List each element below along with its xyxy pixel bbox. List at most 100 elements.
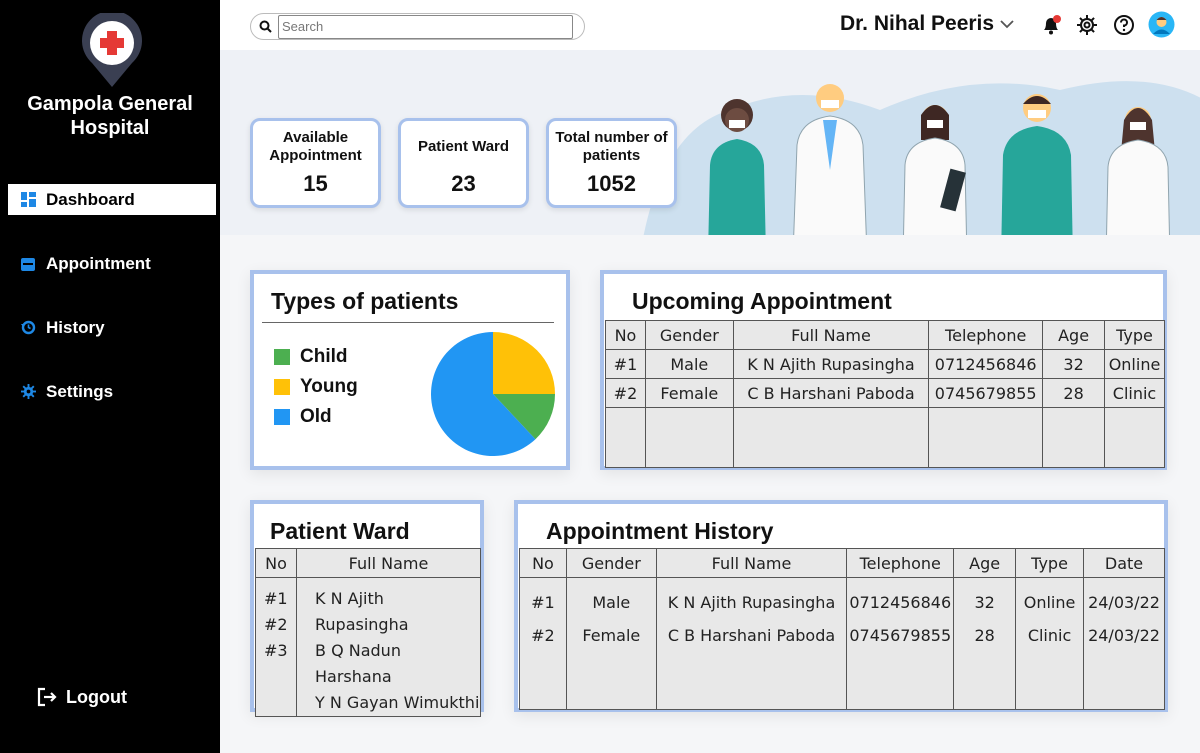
ward-row-name[interactable]: B Q Nadun Harshana (315, 638, 480, 690)
legend-item-child: Child (274, 346, 348, 368)
ward-row-no[interactable]: #2 (264, 612, 296, 638)
upcoming-table: No Gender Full Name Telephone Age Type #… (605, 320, 1165, 468)
column-header: Full Name (296, 548, 481, 578)
ward-row-no[interactable]: #1 (264, 586, 296, 612)
user-name: Dr. Nihal Peeris (840, 12, 995, 35)
table-cell (644, 407, 734, 468)
table-header-row: No Gender Full Name Telephone Age Type D… (519, 548, 1165, 578)
table-cell: 0745679855 (928, 378, 1044, 408)
table-body: #1 #2 Male Female K N Ajith Rupasingha C B … (519, 577, 1165, 710)
column-header: Gender (565, 548, 657, 578)
nav-label: Appointment (46, 253, 151, 273)
cell-line[interactable]: K N Ajith Rupasingha (657, 586, 847, 619)
column-header: No (519, 548, 567, 578)
column-header: Telephone (928, 320, 1044, 350)
pie-slice-young (493, 332, 555, 394)
table-cell: Female (644, 378, 734, 408)
table-cell: 0712456846 (928, 349, 1044, 379)
cell-line[interactable]: Clinic (1016, 619, 1083, 652)
search-input[interactable] (278, 14, 573, 39)
title-divider (262, 322, 554, 323)
top-bar: Dr. Nihal Peeris (220, 0, 1200, 50)
user-menu[interactable]: Dr. Nihal Peeris (840, 12, 1016, 36)
pie-chart (430, 332, 555, 456)
column-header: Type (1015, 548, 1084, 578)
table-cell: 32 28 (953, 577, 1017, 710)
legend-item-old: Old (274, 406, 332, 428)
logout-label: Logout (66, 686, 127, 707)
gear-icon (20, 384, 36, 400)
user-avatar[interactable] (1148, 11, 1175, 38)
panel-title: Patient Ward (270, 518, 410, 544)
appointment-history-panel: Appointment History No Gender Full Name … (514, 500, 1168, 712)
help-icon[interactable] (1113, 14, 1135, 36)
table-cell: 32 (1042, 349, 1105, 379)
search-box (250, 13, 585, 40)
table-cell: #2 (605, 378, 646, 408)
table-cell: C B Harshani Paboda (732, 378, 930, 408)
ward-row-name[interactable]: K N Ajith Rupasingha (315, 586, 480, 638)
table-cell: K N Ajith Rupasingha (732, 349, 930, 379)
legend-label: Young (300, 376, 358, 397)
table-cell: Online Clinic (1015, 577, 1084, 710)
column-header: Telephone (846, 548, 955, 578)
table-row-empty (605, 407, 1165, 468)
table-body: #1 #2 #3 K N Ajith Rupasingha B Q Nadun … (255, 577, 481, 717)
table-cell: 24/03/22 24/03/22 (1083, 577, 1165, 710)
logout-button[interactable]: Logout (36, 686, 127, 708)
stat-card-available-appointment[interactable]: Available Appointment 15 (250, 118, 381, 208)
settings-gear-icon[interactable] (1076, 14, 1098, 36)
table-row[interactable]: #2 Female C B Harshani Paboda 0745679855… (605, 378, 1165, 408)
cell-line[interactable]: 24/03/22 (1084, 586, 1164, 619)
chevron-down-icon (1000, 20, 1014, 29)
legend-swatch (274, 409, 290, 425)
table-row[interactable]: #1 Male K N Ajith Rupasingha 0712456846 … (605, 349, 1165, 379)
patient-types-panel: Types of patients Child Young Old (250, 270, 570, 470)
stat-label: Available Appointment (269, 129, 362, 164)
column-header: Full Name (655, 548, 848, 578)
column-header: Date (1083, 548, 1165, 578)
history-table: No Gender Full Name Telephone Age Type D… (519, 548, 1165, 710)
sidebar: Gampola General Hospital Dashboard Appoi… (0, 0, 220, 753)
stat-label: Patient Ward (417, 138, 510, 155)
cell-line[interactable]: #1 (520, 586, 566, 619)
cell-line[interactable]: 0745679855 (847, 619, 953, 652)
table-cell: #1 #2 (519, 577, 567, 710)
column-header: No (255, 548, 297, 578)
table-cell (1104, 407, 1165, 468)
cell-line[interactable]: 0712456846 (847, 586, 953, 619)
cell-line[interactable]: Male (567, 586, 656, 619)
nav-item-dashboard[interactable]: Dashboard (8, 184, 216, 215)
cell-line[interactable]: 24/03/22 (1084, 619, 1164, 652)
ward-row-no[interactable]: #3 (264, 638, 296, 664)
table-header-row: No Gender Full Name Telephone Age Type (605, 320, 1165, 350)
panel-title: Upcoming Appointment (632, 288, 892, 314)
nav-item-appointment[interactable]: Appointment (8, 248, 216, 279)
stat-card-total-patients[interactable]: Total number of patients 1052 (546, 118, 677, 208)
cell-line[interactable]: 28 (954, 619, 1015, 652)
table-cell (928, 407, 1044, 468)
search-icon[interactable] (259, 20, 272, 33)
ward-row-name[interactable]: Y N Gayan Wimukthi (315, 690, 480, 716)
panel-title: Types of patients (271, 288, 459, 314)
table-cell: 0712456846 0745679855 (846, 577, 955, 710)
column-header: Age (953, 548, 1017, 578)
cell-line[interactable]: Online (1016, 586, 1083, 619)
legend-swatch (274, 379, 290, 395)
cell-line[interactable]: 32 (954, 586, 1015, 619)
panel-title: Appointment History (546, 518, 774, 544)
cell-line[interactable]: Female (567, 619, 656, 652)
cell-line[interactable]: C B Harshani Paboda (657, 619, 847, 652)
nav-item-history[interactable]: History (8, 312, 216, 343)
nav-item-settings[interactable]: Settings (8, 376, 216, 407)
table-cell: 28 (1042, 378, 1105, 408)
table-cell: Online (1104, 349, 1165, 379)
notification-bell-icon[interactable] (1040, 14, 1062, 36)
history-icon (20, 320, 36, 336)
stat-card-patient-ward[interactable]: Patient Ward 23 (398, 118, 529, 208)
table-cell: Male Female (565, 577, 657, 710)
stat-value: 1052 (587, 171, 636, 196)
column-header: Gender (644, 320, 734, 350)
cell-line[interactable]: #2 (520, 619, 566, 652)
table-cell (732, 407, 930, 468)
